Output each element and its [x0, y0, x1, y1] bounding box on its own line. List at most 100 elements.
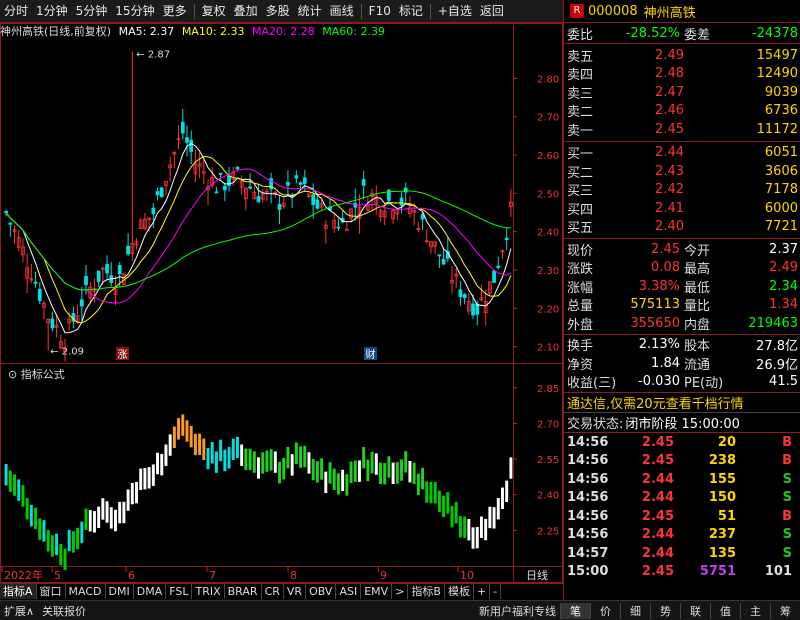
- tick-direction: B: [782, 508, 792, 524]
- panel-switch-3[interactable]: 势: [650, 602, 680, 619]
- indicator-tab-17[interactable]: -: [490, 584, 502, 599]
- buy-price: 2.44: [655, 145, 684, 161]
- indicator-tab-4[interactable]: DMA: [134, 584, 167, 599]
- sell-label: 卖二: [567, 105, 594, 121]
- candle-body: [50, 318, 55, 329]
- candle-body: [420, 214, 425, 220]
- weibi-label: 委比: [567, 27, 594, 43]
- indicator-tab-16[interactable]: +: [474, 584, 491, 599]
- candle-body: [471, 303, 475, 316]
- indicator-bar: [345, 474, 349, 496]
- sell-orders: 卖五 2.49 15497 卖四 2.48 12490 卖三 2.47 9039 卖二 2.46 67…: [564, 44, 800, 142]
- indicator-bar: [189, 425, 193, 448]
- zhang-mark: 涨: [118, 349, 128, 361]
- quote-stats-2: 换手 2.13% 股本 27.8亿 净资 1.84 流通 26.9亿 收益(三) -0.030 PE…: [564, 335, 800, 393]
- indicator-bar: [408, 460, 412, 483]
- quote-header: R 000008 神州高铁: [564, 0, 800, 23]
- chart-title-bar: 神州高铁(日线,前复权) MA5: 2.37 MA10: 2.33 MA20: …: [0, 23, 563, 40]
- indicator-bar: [109, 507, 113, 529]
- weicha-value: -24378: [751, 25, 798, 41]
- panel-switch-buttons: 笔价细势联值主筹: [560, 602, 800, 619]
- indicator-bar: [63, 548, 67, 571]
- indicator-tab-13[interactable]: >: [392, 584, 409, 599]
- candle-body: [84, 276, 88, 286]
- tick-list[interactable]: 14:56 2.45 20 B 14:56 2.45 238 B 14:56 2.44 155 S 14…: [564, 433, 800, 581]
- panel-switch-7[interactable]: 筹: [770, 602, 800, 619]
- indicator-tab-12[interactable]: EMV: [361, 584, 393, 599]
- sell-row: 卖二 2.46 6736: [564, 102, 800, 121]
- stats-label-2: 量比: [684, 299, 711, 315]
- indicator-y-tick-label: 2.55: [537, 455, 559, 466]
- indicator-bar: [387, 456, 391, 478]
- sell-price: 2.48: [655, 66, 684, 82]
- panel-switch-5[interactable]: 值: [710, 602, 740, 619]
- indicator-bar: [370, 451, 374, 474]
- sell-volume: 15497: [756, 47, 798, 63]
- candle-body: [151, 207, 156, 215]
- indicator-tab-2[interactable]: MACD: [66, 584, 106, 599]
- indicator-bar: [307, 452, 311, 474]
- indicator-bar: [92, 511, 96, 533]
- high-price-label: ← 2.87: [136, 50, 170, 61]
- candle-body: [105, 263, 109, 274]
- candle-body: [189, 139, 194, 152]
- indicator-bar: [315, 461, 319, 483]
- stats-label-2: 今开: [684, 243, 711, 259]
- level2-promo[interactable]: 通达信,仅需20元查看千档行情: [564, 393, 744, 412]
- candle-body: [302, 177, 307, 184]
- indicator-tab-9[interactable]: VR: [284, 584, 307, 599]
- tick-time: 14:56: [567, 453, 609, 469]
- indicator-tab-10[interactable]: OBV: [306, 584, 337, 599]
- buy-row: 买三 2.42 7178: [564, 181, 800, 199]
- indicator-tab-0[interactable]: 指标A: [0, 584, 37, 599]
- indicator-bar: [437, 490, 441, 513]
- panel-switch-1[interactable]: 价: [590, 602, 620, 619]
- date-label: 5: [54, 569, 61, 582]
- stats-value-1: 2.45: [651, 241, 680, 257]
- indicator-bar: [223, 449, 227, 472]
- buy-label: 买五: [567, 221, 594, 237]
- indicator-bar: [240, 444, 244, 466]
- indicator-tab-15[interactable]: 模板: [445, 584, 474, 599]
- panel-switch-6[interactable]: 主: [740, 602, 770, 619]
- indicator-tab-1[interactable]: 窗口: [37, 584, 66, 599]
- panel-switch-0[interactable]: 笔: [560, 602, 590, 619]
- stats-value-2: 2.34: [769, 278, 798, 294]
- indicator-tab-7[interactable]: BRAR: [225, 584, 262, 599]
- kline-chart-area[interactable]: 2.80 2.70 2.60 2.50 2.40 2.30 2.20 2.10 2.85 2.70…: [0, 0, 563, 583]
- candle-body: [462, 294, 467, 298]
- panel-switch-2[interactable]: 细: [620, 602, 650, 619]
- buy-volume: 7178: [764, 182, 798, 198]
- indicator-bar: [400, 459, 403, 481]
- candle-body: [33, 281, 38, 284]
- stats-row: 现价 2.45 今开 2.37: [564, 240, 800, 259]
- tick-volume: 238: [708, 453, 736, 469]
- indicator-tab-6[interactable]: TRIX: [192, 584, 225, 599]
- promo-row[interactable]: 通达信,仅需20元查看千档行情: [564, 393, 800, 413]
- sell-label: 卖五: [567, 49, 594, 65]
- stats2-row: 换手 2.13% 股本 27.8亿: [564, 336, 800, 354]
- indicator-tab-11[interactable]: ASI: [336, 584, 362, 599]
- related-quote-button[interactable]: 关联报价: [38, 603, 90, 619]
- panel-switch-4[interactable]: 联: [680, 602, 710, 619]
- period-label: 日线: [526, 568, 548, 582]
- stock-code: 000008: [588, 3, 638, 19]
- quote-panel: R 000008 神州高铁 委比 -28.52% 委差 -24378 卖五 2.4…: [563, 0, 800, 600]
- sell-volume: 12490: [756, 66, 798, 82]
- new-user-promo-link[interactable]: 新用户福利专线: [475, 603, 560, 619]
- indicator-bar: [214, 451, 218, 473]
- indicator-bar: [181, 414, 185, 436]
- candle-body: [180, 121, 185, 134]
- tick-direction: S: [782, 527, 792, 543]
- status-label: 交易状态:: [567, 417, 624, 432]
- expand-button[interactable]: 扩展∧: [0, 603, 38, 619]
- indicator-tab-8[interactable]: CR: [262, 584, 284, 599]
- tick-time: 14:56: [567, 508, 609, 524]
- indicator-tab-3[interactable]: DMI: [106, 584, 134, 599]
- indicator-bar: [492, 507, 496, 529]
- indicator-tab-5[interactable]: FSL: [166, 584, 193, 599]
- indicator-tab-14[interactable]: 指标B: [408, 584, 445, 599]
- candle-body: [185, 137, 189, 143]
- buy-orders: 买一 2.44 6051 买二 2.43 3606 买三 2.42 7178 买四 2.41 6000…: [564, 142, 800, 239]
- indicator-bar: [143, 467, 147, 490]
